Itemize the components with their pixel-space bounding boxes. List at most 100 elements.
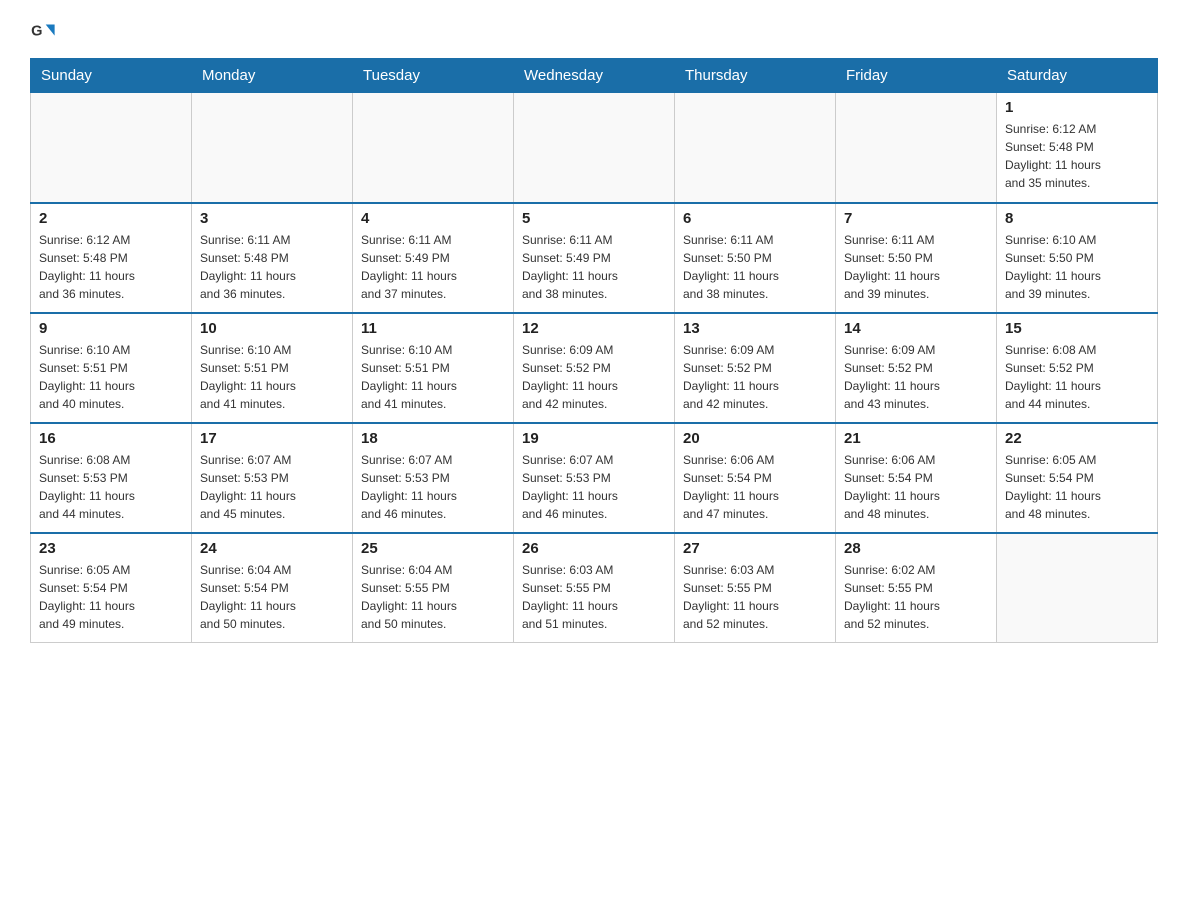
- calendar-cell: 10 Sunrise: 6:10 AM Sunset: 5:51 PM Dayli…: [192, 313, 353, 423]
- day-info: Sunrise: 6:03 AM Sunset: 5:55 PM Dayligh…: [522, 561, 666, 633]
- day-info: Sunrise: 6:09 AM Sunset: 5:52 PM Dayligh…: [844, 341, 988, 413]
- day-info: Sunrise: 6:11 AM Sunset: 5:49 PM Dayligh…: [361, 231, 505, 303]
- day-number: 22: [1005, 430, 1149, 447]
- calendar-cell: 3 Sunrise: 6:11 AM Sunset: 5:48 PM Daylig…: [192, 203, 353, 313]
- day-info: Sunrise: 6:10 AM Sunset: 5:51 PM Dayligh…: [39, 341, 183, 413]
- day-number: 25: [361, 540, 505, 557]
- calendar-cell: 2 Sunrise: 6:12 AM Sunset: 5:48 PM Daylig…: [31, 203, 192, 313]
- page-header: G: [30, 20, 1158, 48]
- day-number: 23: [39, 540, 183, 557]
- calendar-cell: 25 Sunrise: 6:04 AM Sunset: 5:55 PM Dayli…: [353, 533, 514, 643]
- day-info: Sunrise: 6:02 AM Sunset: 5:55 PM Dayligh…: [844, 561, 988, 633]
- weekday-header-thursday: Thursday: [675, 59, 836, 93]
- logo: G: [30, 20, 62, 48]
- calendar-cell: [997, 533, 1158, 643]
- calendar-cell: 8 Sunrise: 6:10 AM Sunset: 5:50 PM Daylig…: [997, 203, 1158, 313]
- day-number: 21: [844, 430, 988, 447]
- calendar-cell: 20 Sunrise: 6:06 AM Sunset: 5:54 PM Dayli…: [675, 423, 836, 533]
- day-info: Sunrise: 6:04 AM Sunset: 5:55 PM Dayligh…: [361, 561, 505, 633]
- day-info: Sunrise: 6:06 AM Sunset: 5:54 PM Dayligh…: [683, 451, 827, 523]
- day-number: 11: [361, 320, 505, 337]
- day-info: Sunrise: 6:08 AM Sunset: 5:52 PM Dayligh…: [1005, 341, 1149, 413]
- day-number: 18: [361, 430, 505, 447]
- calendar-cell: 1 Sunrise: 6:12 AM Sunset: 5:48 PM Daylig…: [997, 93, 1158, 203]
- day-number: 10: [200, 320, 344, 337]
- calendar-cell: 6 Sunrise: 6:11 AM Sunset: 5:50 PM Daylig…: [675, 203, 836, 313]
- calendar-cell: 18 Sunrise: 6:07 AM Sunset: 5:53 PM Dayli…: [353, 423, 514, 533]
- calendar-cell: 16Sunrise: 6:08 AM Sunset: 5:53 PM Dayli…: [31, 423, 192, 533]
- calendar-cell: 5 Sunrise: 6:11 AM Sunset: 5:49 PM Daylig…: [514, 203, 675, 313]
- calendar-cell: 23 Sunrise: 6:05 AM Sunset: 5:54 PM Dayli…: [31, 533, 192, 643]
- day-number: 20: [683, 430, 827, 447]
- weekday-header-monday: Monday: [192, 59, 353, 93]
- day-number: 15: [1005, 320, 1149, 337]
- day-info: Sunrise: 6:03 AM Sunset: 5:55 PM Dayligh…: [683, 561, 827, 633]
- weekday-header-wednesday: Wednesday: [514, 59, 675, 93]
- day-number: 27: [683, 540, 827, 557]
- calendar-cell: 27 Sunrise: 6:03 AM Sunset: 5:55 PM Dayli…: [675, 533, 836, 643]
- weekday-header-tuesday: Tuesday: [353, 59, 514, 93]
- day-number: 7: [844, 210, 988, 227]
- calendar-cell: 26Sunrise: 6:03 AM Sunset: 5:55 PM Dayli…: [514, 533, 675, 643]
- day-info: Sunrise: 6:08 AM Sunset: 5:53 PM Dayligh…: [39, 451, 183, 523]
- calendar-cell: 7 Sunrise: 6:11 AM Sunset: 5:50 PM Daylig…: [836, 203, 997, 313]
- day-info: Sunrise: 6:11 AM Sunset: 5:49 PM Dayligh…: [522, 231, 666, 303]
- calendar-cell: 17 Sunrise: 6:07 AM Sunset: 5:53 PM Dayli…: [192, 423, 353, 533]
- day-info: Sunrise: 6:10 AM Sunset: 5:51 PM Dayligh…: [200, 341, 344, 413]
- calendar-cell: [514, 93, 675, 203]
- calendar-cell: [675, 93, 836, 203]
- day-info: Sunrise: 6:10 AM Sunset: 5:50 PM Dayligh…: [1005, 231, 1149, 303]
- calendar-cell: [31, 93, 192, 203]
- day-info: Sunrise: 6:05 AM Sunset: 5:54 PM Dayligh…: [1005, 451, 1149, 523]
- day-number: 8: [1005, 210, 1149, 227]
- day-number: 2: [39, 210, 183, 227]
- day-number: 5: [522, 210, 666, 227]
- week-row-4: 16Sunrise: 6:08 AM Sunset: 5:53 PM Dayli…: [31, 423, 1158, 533]
- calendar-cell: 15 Sunrise: 6:08 AM Sunset: 5:52 PM Dayli…: [997, 313, 1158, 423]
- calendar-cell: 4Sunrise: 6:11 AM Sunset: 5:49 PM Daylig…: [353, 203, 514, 313]
- svg-text:G: G: [31, 24, 42, 40]
- day-info: Sunrise: 6:11 AM Sunset: 5:48 PM Dayligh…: [200, 231, 344, 303]
- calendar-cell: [836, 93, 997, 203]
- day-number: 17: [200, 430, 344, 447]
- day-number: 13: [683, 320, 827, 337]
- calendar-cell: 14 Sunrise: 6:09 AM Sunset: 5:52 PM Dayli…: [836, 313, 997, 423]
- day-info: Sunrise: 6:05 AM Sunset: 5:54 PM Dayligh…: [39, 561, 183, 633]
- calendar-cell: [192, 93, 353, 203]
- calendar-cell: 9 Sunrise: 6:10 AM Sunset: 5:51 PM Daylig…: [31, 313, 192, 423]
- day-info: Sunrise: 6:07 AM Sunset: 5:53 PM Dayligh…: [522, 451, 666, 523]
- day-info: Sunrise: 6:07 AM Sunset: 5:53 PM Dayligh…: [200, 451, 344, 523]
- weekday-header-friday: Friday: [836, 59, 997, 93]
- day-number: 24: [200, 540, 344, 557]
- day-number: 3: [200, 210, 344, 227]
- day-number: 1: [1005, 99, 1149, 116]
- calendar-cell: 24Sunrise: 6:04 AM Sunset: 5:54 PM Dayli…: [192, 533, 353, 643]
- weekday-header-saturday: Saturday: [997, 59, 1158, 93]
- calendar-header-row: SundayMondayTuesdayWednesdayThursdayFrid…: [31, 59, 1158, 93]
- day-number: 12: [522, 320, 666, 337]
- day-info: Sunrise: 6:09 AM Sunset: 5:52 PM Dayligh…: [522, 341, 666, 413]
- day-info: Sunrise: 6:12 AM Sunset: 5:48 PM Dayligh…: [1005, 120, 1149, 192]
- calendar-cell: 19 Sunrise: 6:07 AM Sunset: 5:53 PM Dayli…: [514, 423, 675, 533]
- day-info: Sunrise: 6:12 AM Sunset: 5:48 PM Dayligh…: [39, 231, 183, 303]
- day-info: Sunrise: 6:07 AM Sunset: 5:53 PM Dayligh…: [361, 451, 505, 523]
- week-row-2: 2 Sunrise: 6:12 AM Sunset: 5:48 PM Daylig…: [31, 203, 1158, 313]
- calendar-cell: 28 Sunrise: 6:02 AM Sunset: 5:55 PM Dayli…: [836, 533, 997, 643]
- day-number: 9: [39, 320, 183, 337]
- day-info: Sunrise: 6:10 AM Sunset: 5:51 PM Dayligh…: [361, 341, 505, 413]
- calendar-cell: 22 Sunrise: 6:05 AM Sunset: 5:54 PM Dayli…: [997, 423, 1158, 533]
- week-row-1: 1 Sunrise: 6:12 AM Sunset: 5:48 PM Daylig…: [31, 93, 1158, 203]
- day-number: 28: [844, 540, 988, 557]
- week-row-3: 9 Sunrise: 6:10 AM Sunset: 5:51 PM Daylig…: [31, 313, 1158, 423]
- calendar-cell: 21Sunrise: 6:06 AM Sunset: 5:54 PM Dayli…: [836, 423, 997, 533]
- day-info: Sunrise: 6:11 AM Sunset: 5:50 PM Dayligh…: [844, 231, 988, 303]
- calendar-cell: [353, 93, 514, 203]
- day-number: 14: [844, 320, 988, 337]
- logo-icon: G: [30, 20, 58, 48]
- day-info: Sunrise: 6:09 AM Sunset: 5:52 PM Dayligh…: [683, 341, 827, 413]
- calendar-table: SundayMondayTuesdayWednesdayThursdayFrid…: [30, 58, 1158, 643]
- day-info: Sunrise: 6:11 AM Sunset: 5:50 PM Dayligh…: [683, 231, 827, 303]
- calendar-cell: 13 Sunrise: 6:09 AM Sunset: 5:52 PM Dayli…: [675, 313, 836, 423]
- day-number: 19: [522, 430, 666, 447]
- day-number: 6: [683, 210, 827, 227]
